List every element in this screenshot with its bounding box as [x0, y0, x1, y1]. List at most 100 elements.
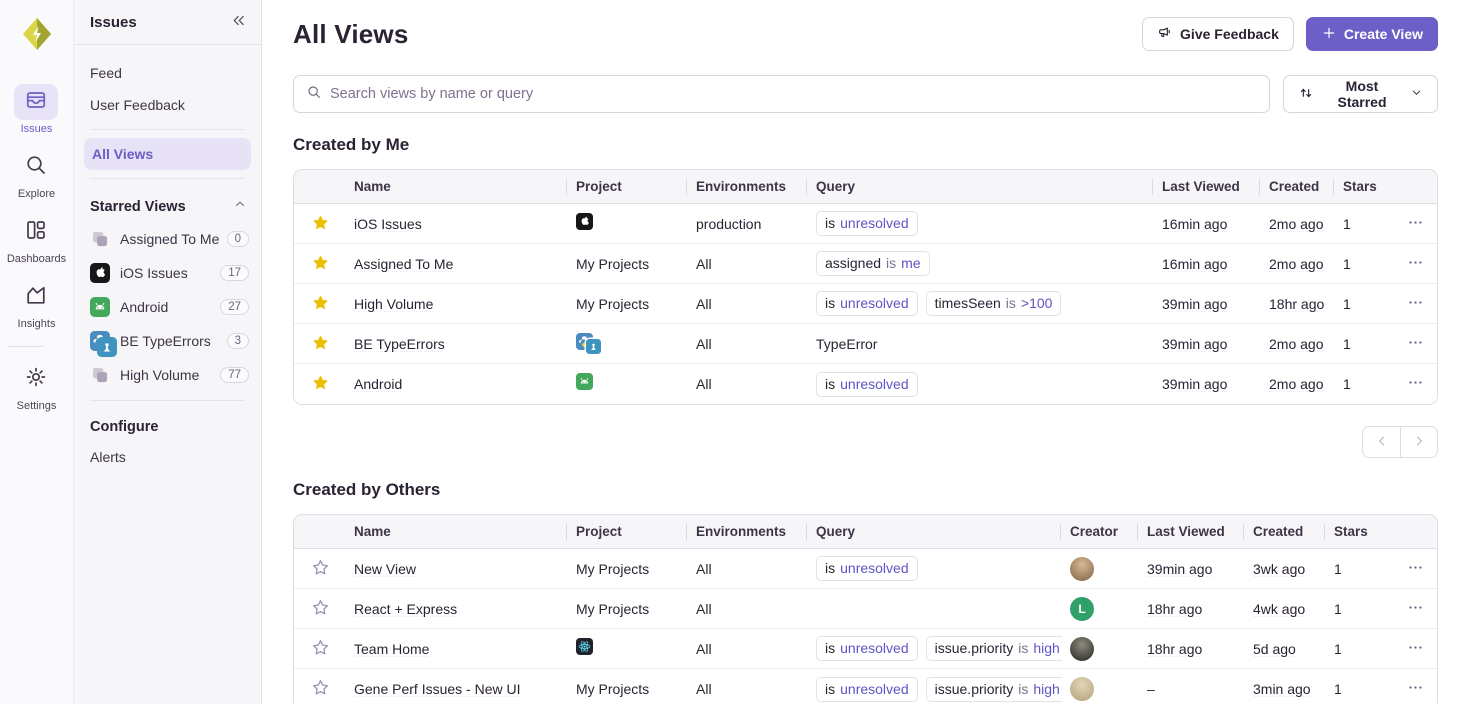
query-chip: isunresolved [816, 211, 918, 236]
unstar-button[interactable] [305, 329, 335, 359]
view-name-link[interactable]: Gene Perf Issues - New UI [354, 681, 521, 697]
unstar-button[interactable] [305, 249, 335, 279]
star-filled-icon [311, 293, 330, 315]
search-views-input[interactable] [330, 86, 1257, 102]
query-token: me [901, 254, 920, 273]
name-cell: iOS Issues [346, 216, 568, 232]
star-cell [294, 289, 346, 319]
row-menu-button[interactable] [1402, 249, 1429, 279]
column-header: Project [568, 179, 688, 194]
star-button[interactable] [305, 594, 335, 624]
rail-item-issues[interactable]: Issues [7, 84, 66, 135]
view-name-link[interactable]: iOS Issues [354, 216, 422, 232]
count-badge: 27 [220, 299, 249, 315]
query-token: is [1018, 680, 1028, 699]
rail-icon-box [14, 149, 58, 185]
query-token: high [1033, 639, 1059, 658]
table-row: AndroidAllisunresolved39min ago2mo ago1 [294, 364, 1437, 404]
ellipsis-icon [1407, 679, 1424, 699]
column-header: Creator [1062, 524, 1139, 539]
view-name-link[interactable]: Team Home [354, 641, 429, 657]
created-by-me-title: Created by Me [293, 135, 1438, 155]
sidebar-collapse-button[interactable] [230, 12, 247, 32]
row-menu-button[interactable] [1402, 329, 1429, 359]
starred-views-section-header[interactable]: Starred Views [74, 187, 261, 222]
star-cell [294, 674, 346, 704]
star-cell [294, 369, 346, 399]
sidebar-item-user-feedback[interactable]: User Feedback [74, 89, 261, 121]
rail-item-dashboards[interactable]: Dashboards [7, 214, 66, 265]
created-by-others-title: Created by Others [293, 480, 1438, 500]
python-icon [90, 331, 112, 351]
row-menu-button[interactable] [1402, 594, 1429, 624]
rail-item-settings[interactable]: Settings [7, 361, 66, 412]
view-name-link[interactable]: BE TypeErrors [354, 336, 445, 352]
star-cell [294, 209, 346, 239]
next-page-button[interactable] [1400, 426, 1438, 458]
previous-page-button[interactable] [1362, 426, 1400, 458]
view-name-link[interactable]: Android [354, 376, 402, 392]
query-token: unresolved [840, 375, 909, 394]
star-button[interactable] [305, 554, 335, 584]
unstar-button[interactable] [305, 209, 335, 239]
project-icons [576, 373, 593, 395]
sidebar-item-all-views[interactable]: All Views [84, 138, 251, 170]
sidebar-item-alerts[interactable]: Alerts [74, 441, 261, 473]
starred-view-item[interactable]: Android27 [74, 290, 261, 324]
sort-dropdown-button[interactable]: Most Starred [1283, 75, 1438, 113]
query-token: unresolved [840, 639, 909, 658]
table-row: Team HomeAllisunresolvedissue.priorityis… [294, 629, 1437, 669]
sidebar-item-feed[interactable]: Feed [74, 57, 261, 89]
projects-stack-icon [90, 229, 112, 249]
row-menu-button[interactable] [1402, 289, 1429, 319]
rail-item-explore[interactable]: Explore [7, 149, 66, 200]
view-name-link[interactable]: New View [354, 561, 416, 577]
row-menu-button[interactable] [1402, 634, 1429, 664]
org-logo[interactable] [15, 12, 59, 56]
flask-icon [586, 339, 601, 354]
created-value: 5d ago [1253, 641, 1296, 657]
starred-view-item[interactable]: iOS Issues17 [74, 256, 261, 290]
project-icons [576, 213, 593, 235]
created-value: 2mo ago [1269, 216, 1323, 232]
chevron-right-icon [1412, 434, 1426, 451]
star-filled-icon [311, 253, 330, 275]
star-filled-icon [311, 333, 330, 355]
view-name-link[interactable]: Assigned To Me [354, 256, 453, 272]
row-menu-button[interactable] [1402, 554, 1429, 584]
unstar-button[interactable] [305, 369, 335, 399]
environments-cell: All [688, 336, 808, 352]
create-view-button[interactable]: Create View [1306, 17, 1438, 51]
star-button[interactable] [305, 674, 335, 704]
rail-item-label: Issues [21, 123, 53, 135]
table-header-row: NameProjectEnvironmentsQueryCreatorLast … [294, 515, 1437, 549]
query-token: unresolved [840, 294, 909, 313]
ellipsis-icon [1407, 639, 1424, 659]
issues-icon [24, 88, 48, 117]
creator-cell: L [1062, 597, 1139, 621]
starred-view-item[interactable]: High Volume77 [74, 358, 261, 392]
give-feedback-label: Give Feedback [1180, 26, 1279, 42]
unstar-button[interactable] [305, 289, 335, 319]
row-menu-button[interactable] [1402, 369, 1429, 399]
star-outline-icon [311, 598, 330, 620]
count-badge: 77 [220, 367, 249, 383]
star-button[interactable] [305, 634, 335, 664]
starred-view-item[interactable]: Assigned To Me0 [74, 222, 261, 256]
table-row: BE TypeErrorsAllTypeError39min ago2mo ag… [294, 324, 1437, 364]
view-name-link[interactable]: React + Express [354, 601, 457, 617]
menu-cell [1394, 369, 1437, 399]
project-cell [568, 213, 688, 235]
row-menu-button[interactable] [1402, 209, 1429, 239]
give-feedback-button[interactable]: Give Feedback [1142, 17, 1294, 51]
query-chip: timesSeenis>100 [926, 291, 1062, 316]
last-viewed-value: 39min ago [1147, 561, 1212, 577]
column-header: Name [346, 524, 568, 539]
row-menu-button[interactable] [1402, 674, 1429, 704]
rail-item-insights[interactable]: Insights [7, 279, 66, 330]
issues-sidebar: Issues FeedUser Feedback All Views Starr… [74, 0, 262, 704]
starred-view-item[interactable]: BE TypeErrors3 [74, 324, 261, 358]
view-name-link[interactable]: High Volume [354, 296, 433, 312]
query-chip: assignedisme [816, 251, 930, 276]
sort-label: Most Starred [1321, 78, 1403, 110]
